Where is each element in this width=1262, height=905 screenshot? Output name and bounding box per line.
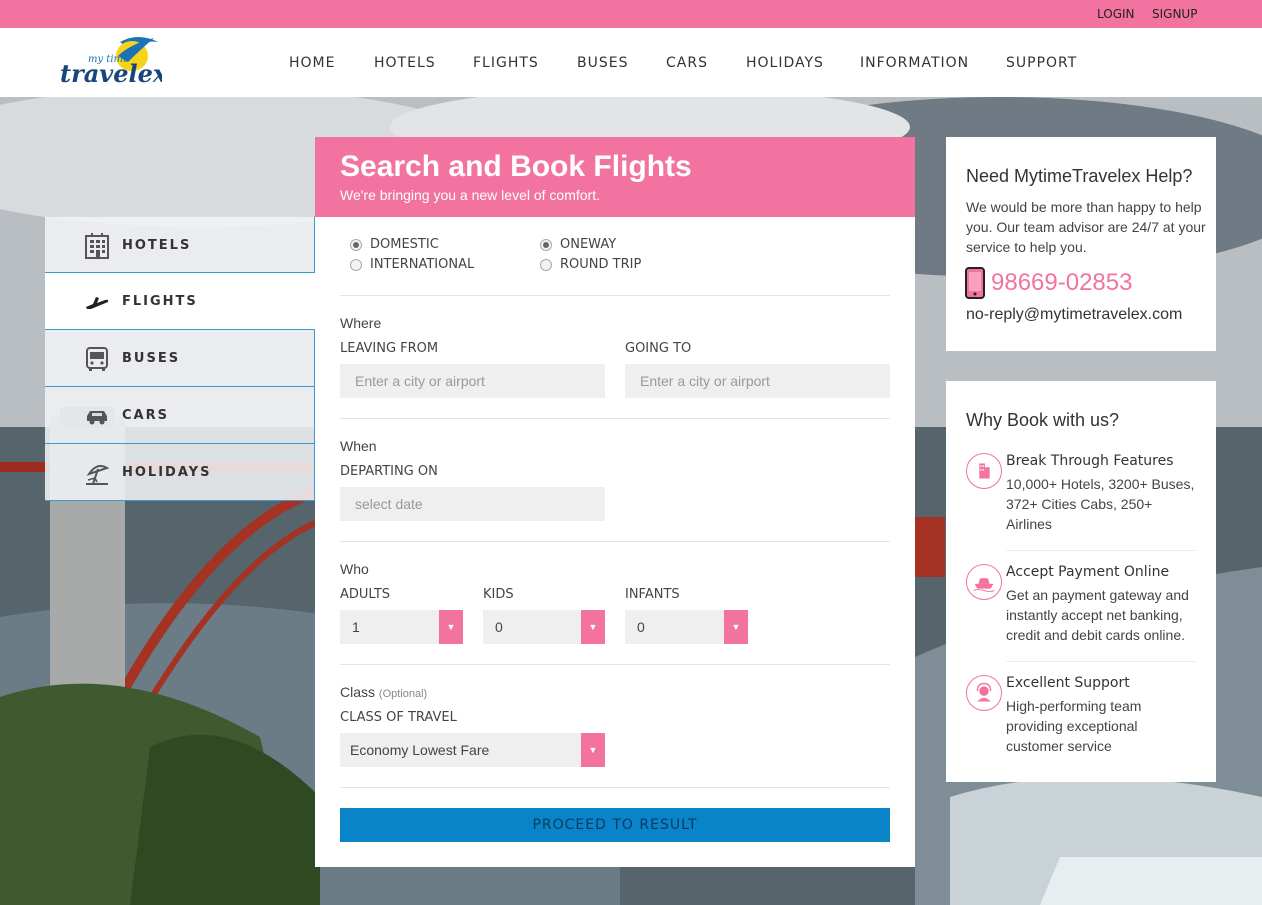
where-heading: Where — [340, 315, 382, 331]
login-link[interactable]: LOGIN — [1097, 7, 1135, 21]
radio-dot-domestic — [350, 239, 362, 251]
plane-icon — [86, 297, 109, 309]
why-item-desc: Get an payment gateway and instantly acc… — [1006, 587, 1189, 643]
signup-link[interactable]: SIGNUP — [1152, 7, 1197, 21]
chevron-down-icon: ▼ — [724, 610, 748, 644]
car-icon — [87, 411, 107, 425]
nav-flights[interactable]: FLIGHTS — [473, 55, 539, 71]
tab-buses[interactable]: BUSES — [45, 330, 315, 387]
divider — [340, 664, 890, 665]
optional-note: (Optional) — [378, 688, 428, 700]
help-phone-number[interactable]: 98669-02853 — [991, 269, 1132, 297]
chevron-down-icon: ▼ — [581, 610, 605, 644]
class-heading: Class (Optional) — [340, 684, 427, 700]
tab-holidays[interactable]: HOLIDAYS — [45, 444, 315, 501]
nav-holidays[interactable]: HOLIDAYS — [746, 55, 824, 71]
radio-domestic[interactable]: DOMESTIC — [350, 237, 439, 252]
site-logo[interactable]: my time travelex — [58, 32, 168, 92]
infants-label: INFANTS — [625, 587, 680, 602]
site-header: my time travelex HOME HOTELS FLIGHTS BUS… — [0, 28, 1262, 97]
help-text: We would be more than happy to help you.… — [966, 199, 1206, 255]
leaving-from-input[interactable]: Enter a city or airport — [340, 364, 605, 398]
why-item-desc: High-performing team providing exception… — [1006, 698, 1142, 754]
top-bar: LOGIN SIGNUP — [0, 0, 1262, 28]
class-of-travel-value: Economy Lowest Fare — [350, 742, 490, 758]
bus-icon — [86, 347, 108, 371]
chevron-down-icon: ▼ — [581, 733, 605, 767]
kids-label: KIDS — [483, 587, 514, 602]
building-icon — [966, 453, 1002, 489]
nav-buses[interactable]: BUSES — [577, 55, 628, 71]
help-card: Need MytimeTravelex Help? We would be mo… — [946, 137, 1216, 351]
mobile-phone-icon — [965, 267, 985, 299]
why-item-title: Excellent Support — [1006, 675, 1130, 691]
help-title: Need MytimeTravelex Help? — [966, 166, 1193, 186]
radio-domestic-label: DOMESTIC — [370, 237, 439, 252]
nav-support[interactable]: SUPPORT — [1006, 55, 1077, 71]
going-to-label: GOING TO — [625, 341, 692, 356]
nav-home[interactable]: HOME — [289, 55, 335, 71]
tab-holidays-label: HOLIDAYS — [122, 465, 212, 480]
who-heading: Who — [340, 561, 369, 577]
divider — [340, 418, 890, 419]
class-of-travel-select[interactable]: Economy Lowest Fare ▼ — [340, 733, 605, 767]
tab-flights-label: FLIGHTS — [122, 294, 198, 309]
hotel-icon — [85, 233, 109, 259]
why-item-title: Break Through Features — [1006, 453, 1174, 469]
form-subtitle: We're bringing you a new level of comfor… — [340, 187, 600, 203]
adults-value: 1 — [352, 619, 360, 635]
why-title: Why Book with us? — [966, 410, 1120, 430]
divider — [340, 541, 890, 542]
tab-cars-label: CARS — [122, 408, 169, 423]
divider — [1006, 661, 1196, 662]
radio-international-label: INTERNATIONAL — [370, 257, 475, 272]
tab-hotels[interactable]: HOTELS — [45, 216, 315, 273]
nav-information[interactable]: INFORMATION — [860, 55, 969, 71]
why-book-card: Why Book with us? Break Through Features… — [946, 381, 1216, 782]
form-title: Search and Book Flights — [340, 150, 692, 183]
form-header: Search and Book Flights We're bringing y… — [315, 137, 915, 217]
adults-label: ADULTS — [340, 587, 391, 602]
why-item-title: Accept Payment Online — [1006, 564, 1170, 580]
radio-international[interactable]: INTERNATIONAL — [350, 257, 475, 272]
divider — [1006, 550, 1196, 551]
nav-hotels[interactable]: HOTELS — [374, 55, 436, 71]
divider — [340, 295, 890, 296]
flight-search-form: Search and Book Flights We're bringing y… — [315, 137, 915, 867]
tab-hotels-label: HOTELS — [122, 238, 192, 253]
tab-cars[interactable]: CARS — [45, 387, 315, 444]
radio-round-trip-label: ROUND TRIP — [560, 257, 642, 272]
going-to-input[interactable]: Enter a city or airport — [625, 364, 890, 398]
infants-select[interactable]: 0 ▼ — [625, 610, 748, 644]
departure-date-input[interactable]: select date — [340, 487, 605, 521]
nav-cars[interactable]: CARS — [666, 55, 708, 71]
tab-flights[interactable]: FLIGHTS — [45, 273, 315, 330]
radio-dot-oneway — [540, 239, 552, 251]
radio-dot-international — [350, 259, 362, 271]
kids-select[interactable]: 0 ▼ — [483, 610, 605, 644]
help-email[interactable]: no-reply@mytimetravelex.com — [966, 306, 1182, 324]
radio-round-trip[interactable]: ROUND TRIP — [540, 257, 642, 272]
tab-buses-label: BUSES — [122, 351, 181, 366]
radio-oneway-label: ONEWAY — [560, 237, 617, 252]
infants-value: 0 — [637, 619, 645, 635]
radio-dot-round-trip — [540, 259, 552, 271]
svg-text:travelex: travelex — [60, 59, 162, 88]
why-item-desc: 10,000+ Hotels, 3200+ Buses, 372+ Cities… — [1006, 476, 1195, 532]
class-of-travel-label: CLASS OF TRAVEL — [340, 710, 457, 725]
leaving-from-label: LEAVING FROM — [340, 341, 439, 356]
class-heading-text: Class — [340, 684, 376, 700]
adults-select[interactable]: 1 ▼ — [340, 610, 463, 644]
kids-value: 0 — [495, 619, 503, 635]
support-agent-icon — [966, 675, 1002, 711]
divider — [340, 787, 890, 788]
when-heading: When — [340, 438, 377, 454]
proceed-to-result-button[interactable]: PROCEED TO RESULT — [340, 808, 890, 842]
chevron-down-icon: ▼ — [439, 610, 463, 644]
departing-on-label: DEPARTING ON — [340, 464, 438, 479]
search-category-tabs: HOTELS FLIGHTS BUSES CARS HOLIDAYS — [45, 216, 315, 501]
radio-oneway[interactable]: ONEWAY — [540, 237, 617, 252]
ship-icon — [966, 564, 1002, 600]
beach-icon — [86, 465, 110, 485]
